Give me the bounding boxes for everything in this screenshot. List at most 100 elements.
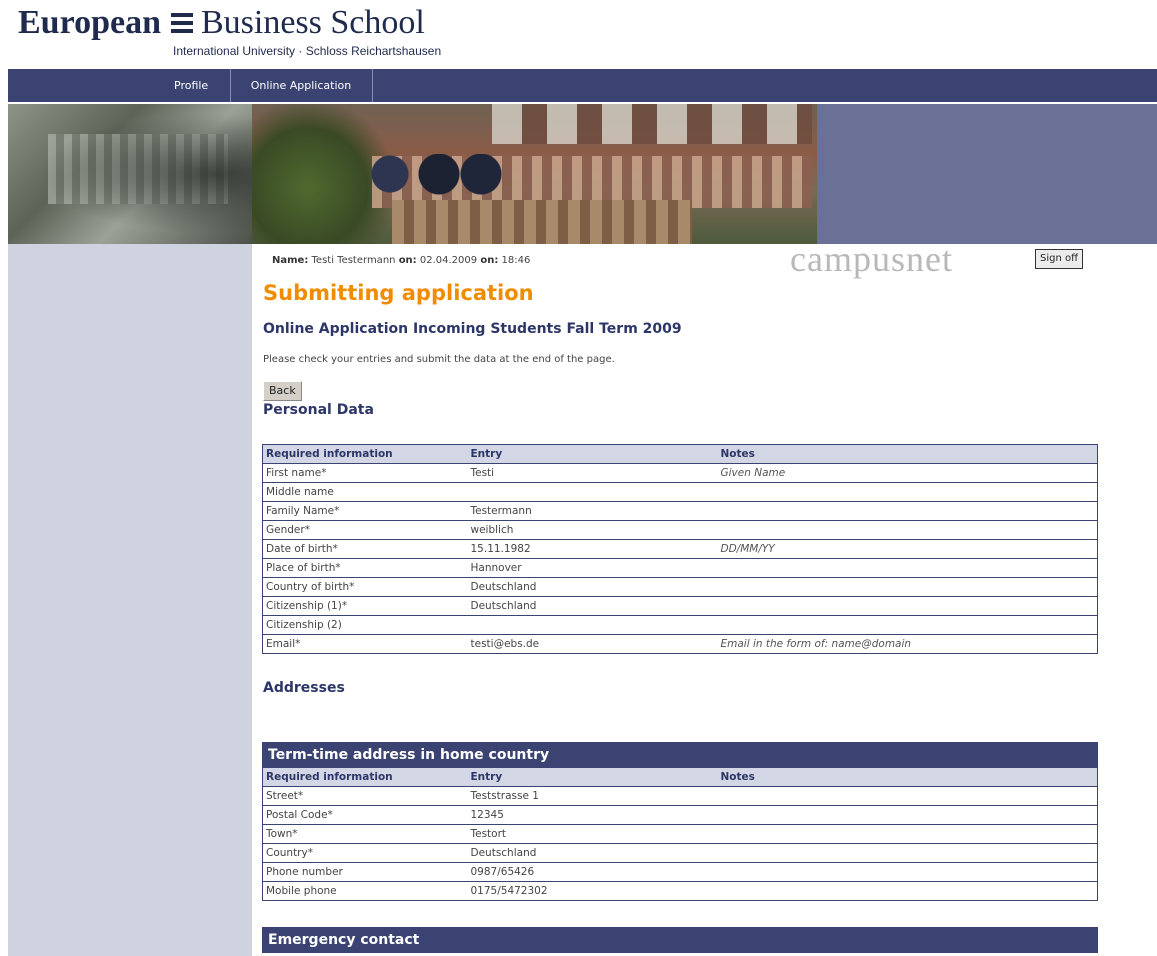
field-entry: Hannover xyxy=(467,558,718,578)
table-caption-row: Emergency contact xyxy=(262,927,1098,953)
field-entry: Deutschland xyxy=(467,596,718,616)
field-note xyxy=(717,824,1098,844)
field-entry: Testort xyxy=(467,824,718,844)
field-entry: weiblich xyxy=(467,520,718,540)
field-label: Town* xyxy=(262,824,468,844)
back-button[interactable]: Back xyxy=(263,381,302,401)
table-caption-row: Term-time address in home country xyxy=(262,742,1098,768)
sign-off-button[interactable]: Sign off xyxy=(1035,249,1083,269)
time-label: on: xyxy=(480,255,499,266)
field-note xyxy=(717,805,1098,825)
main-nav: Profile Online Application xyxy=(8,69,1157,102)
field-label: Phone number xyxy=(262,862,468,882)
table-row: Street* Teststrasse 1 xyxy=(262,786,1098,806)
field-entry xyxy=(467,482,718,502)
term-time-address-table: Term-time address in home country Requir… xyxy=(262,742,1098,901)
left-sidebar xyxy=(8,244,252,956)
date-label: on: xyxy=(398,255,417,266)
banner-photo-students xyxy=(252,104,817,244)
field-entry: 0175/5472302 xyxy=(467,881,718,901)
table-caption: Term-time address in home country xyxy=(262,742,1098,768)
column-header: Entry xyxy=(467,767,718,787)
column-header: Notes xyxy=(717,767,1098,787)
field-entry: Testermann xyxy=(467,501,718,521)
field-note xyxy=(717,862,1098,882)
field-note xyxy=(717,786,1098,806)
field-entry: testi@ebs.de xyxy=(467,634,718,654)
logo-tagline: International University · Schloss Reich… xyxy=(173,44,442,58)
page-title: Submitting application xyxy=(263,281,534,305)
field-note xyxy=(717,501,1098,521)
section-heading-personal-data: Personal Data xyxy=(263,402,374,418)
column-header: Notes xyxy=(717,444,1098,464)
page-subtitle: Online Application Incoming Students Fal… xyxy=(263,321,682,337)
field-note xyxy=(717,843,1098,863)
session-info: Name: Testi Testermann on: 02.04.2009 on… xyxy=(272,255,530,266)
login-date: 02.04.2009 xyxy=(419,255,478,266)
table-header-row: Required information Entry Notes xyxy=(262,444,1098,464)
table-row: Email* testi@ebs.de Email in the form of… xyxy=(262,634,1098,654)
field-label: Citizenship (1)* xyxy=(262,596,468,616)
field-label: Citizenship (2) xyxy=(262,615,468,635)
logo-word-business-school: Business School xyxy=(200,4,425,41)
user-name: Testi Testermann xyxy=(311,255,396,266)
column-header: Required information xyxy=(262,767,468,787)
field-label: Gender* xyxy=(262,520,468,540)
field-label: Mobile phone xyxy=(262,881,468,901)
nav-item-online-application[interactable]: Online Application xyxy=(230,69,373,102)
table-row: Citizenship (2) xyxy=(262,615,1098,635)
field-note xyxy=(717,482,1098,502)
name-label: Name: xyxy=(272,255,309,266)
field-note xyxy=(717,881,1098,901)
field-entry: 12345 xyxy=(467,805,718,825)
emergency-contact-table: Emergency contact xyxy=(262,927,1098,953)
field-label: Country* xyxy=(262,843,468,863)
section-heading-addresses: Addresses xyxy=(263,680,345,696)
table-row: Country* Deutschland xyxy=(262,843,1098,863)
table-row: Country of birth* Deutschland xyxy=(262,577,1098,597)
table-caption: Emergency contact xyxy=(262,927,1098,953)
column-header: Entry xyxy=(467,444,718,464)
table-row: Middle name xyxy=(262,482,1098,502)
field-label: Middle name xyxy=(262,482,468,502)
field-note xyxy=(717,596,1098,616)
personal-data-table: Required information Entry Notes First n… xyxy=(262,444,1098,654)
table-row: Postal Code* 12345 xyxy=(262,805,1098,825)
table-row: Town* Testort xyxy=(262,824,1098,844)
field-note xyxy=(717,577,1098,597)
field-label: Place of birth* xyxy=(262,558,468,578)
field-label: Email* xyxy=(262,634,468,654)
field-note: Given Name xyxy=(717,463,1098,483)
field-entry: Teststrasse 1 xyxy=(467,786,718,806)
banner-color-block xyxy=(817,104,1157,244)
banner-image-left xyxy=(8,104,252,244)
field-note xyxy=(717,520,1098,540)
table-row: Citizenship (1)* Deutschland xyxy=(262,596,1098,616)
instruction-text: Please check your entries and submit the… xyxy=(263,354,615,365)
field-entry: 15.11.1982 xyxy=(467,539,718,559)
field-note xyxy=(717,615,1098,635)
field-label: Family Name* xyxy=(262,501,468,521)
field-label: Country of birth* xyxy=(262,577,468,597)
table-row: Family Name* Testermann xyxy=(262,501,1098,521)
field-note: DD/MM/YY xyxy=(717,539,1098,559)
field-label: Postal Code* xyxy=(262,805,468,825)
table-row: Place of birth* Hannover xyxy=(262,558,1098,578)
logo-bars-icon xyxy=(170,13,193,33)
logo-word-european: European xyxy=(18,4,161,41)
field-entry: 0987/65426 xyxy=(467,862,718,882)
ebs-logo: European Business School International U… xyxy=(18,6,498,64)
column-header: Required information xyxy=(262,444,468,464)
table-row: Phone number 0987/65426 xyxy=(262,862,1098,882)
table-row: Mobile phone 0175/5472302 xyxy=(262,881,1098,901)
table-row: First name* Testi Given Name xyxy=(262,463,1098,483)
field-entry: Deutschland xyxy=(467,843,718,863)
field-note xyxy=(717,558,1098,578)
field-label: First name* xyxy=(262,463,468,483)
field-entry: Testi xyxy=(467,463,718,483)
field-entry xyxy=(467,615,718,635)
login-time: 18:46 xyxy=(501,255,531,266)
nav-item-profile[interactable]: Profile xyxy=(174,69,208,102)
field-label: Street* xyxy=(262,786,468,806)
field-label: Date of birth* xyxy=(262,539,468,559)
